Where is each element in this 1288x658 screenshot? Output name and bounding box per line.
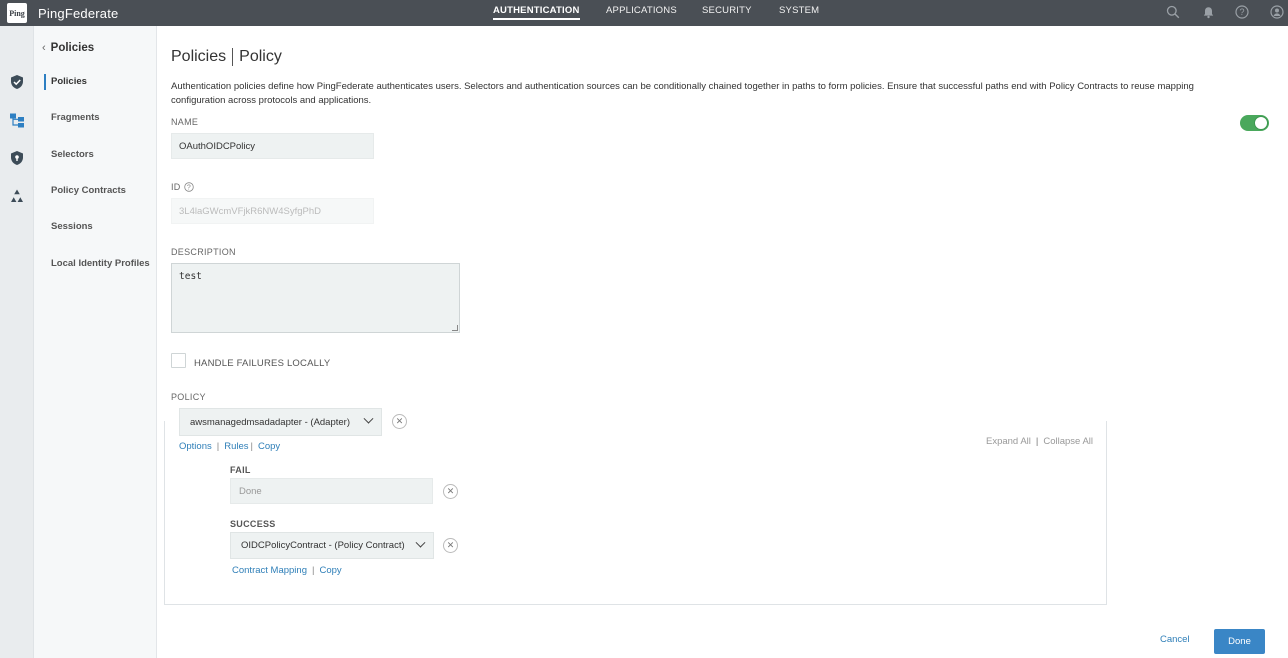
chevron-left-icon: ‹ — [42, 42, 46, 54]
fail-select[interactable]: Done — [230, 478, 433, 504]
subnav-item-selectors[interactable]: Selectors — [51, 149, 94, 160]
description-text: test — [179, 271, 202, 282]
adapter-links: Options | Rules | Copy — [179, 441, 280, 452]
copy-link[interactable]: Copy — [258, 441, 280, 452]
handle-failures-checkbox[interactable] — [171, 353, 186, 368]
bell-icon[interactable] — [1199, 3, 1217, 21]
chevron-down-icon — [415, 537, 426, 548]
rules-link[interactable]: Rules — [224, 441, 248, 452]
pipe-separator: | — [250, 441, 253, 452]
description-label: DESCRIPTION — [171, 247, 236, 257]
options-link[interactable]: Options — [179, 441, 212, 452]
pipe-separator: | — [1035, 436, 1039, 447]
description-textarea[interactable]: test — [171, 263, 460, 333]
done-button[interactable]: Done — [1214, 629, 1265, 654]
subnav-item-local-identity-profiles[interactable]: Local Identity Profiles — [51, 258, 150, 269]
title-breadcrumb-policies[interactable]: Policies — [171, 48, 226, 66]
collapse-all-link[interactable]: Collapse All — [1043, 436, 1093, 447]
nav-security[interactable]: SECURITY — [702, 5, 752, 16]
nav-system[interactable]: SYSTEM — [779, 5, 819, 16]
shield-lock-icon[interactable] — [9, 150, 25, 166]
page-description: Authentication policies define how PingF… — [171, 81, 1194, 106]
pipe-separator: | — [311, 565, 315, 576]
enabled-toggle[interactable] — [1240, 115, 1269, 131]
cancel-button[interactable]: Cancel — [1160, 634, 1190, 645]
handle-failures-label: HANDLE FAILURES LOCALLY — [194, 358, 331, 369]
success-links: Contract Mapping | Copy — [232, 565, 342, 576]
subnav-header-label: Policies — [50, 42, 95, 54]
subnav-item-policy-contracts[interactable]: Policy Contracts — [51, 185, 126, 196]
title-separator — [232, 48, 234, 66]
title-current: Policy — [239, 48, 282, 65]
user-icon[interactable] — [1268, 3, 1286, 21]
help-icon[interactable]: ? — [1233, 3, 1251, 21]
subnav-item-policies[interactable]: Policies — [51, 76, 87, 87]
close-icon: ✕ — [395, 416, 404, 426]
adapter-select-value: awsmanagedmsadadapter - (Adapter) — [190, 416, 351, 428]
chevron-down-icon — [363, 413, 374, 424]
shield-check-icon[interactable] — [9, 74, 25, 90]
remove-adapter-button[interactable]: ✕ — [392, 414, 407, 429]
name-input[interactable]: OAuthOIDCPolicy — [171, 133, 374, 159]
remove-fail-button[interactable]: ✕ — [443, 484, 458, 499]
policy-label: POLICY — [171, 392, 206, 402]
pipe-separator: | — [216, 441, 220, 452]
name-label: NAME — [171, 117, 199, 127]
id-label-group: ID ? — [171, 182, 194, 192]
success-select[interactable]: OIDCPolicyContract - (Policy Contract) — [230, 532, 434, 559]
subnav-back-link[interactable]: ‹ Policies — [42, 42, 94, 54]
subnav-item-fragments[interactable]: Fragments — [51, 112, 100, 123]
contract-mapping-link[interactable]: Contract Mapping — [232, 565, 307, 576]
recycle-icon[interactable] — [9, 188, 25, 204]
active-indicator — [44, 74, 46, 90]
copy-link[interactable]: Copy — [319, 565, 341, 576]
subnav-item-sessions[interactable]: Sessions — [51, 221, 93, 232]
id-input: 3L4laGWcmVFjkR6NW4SyfgPhD — [171, 198, 374, 224]
expand-all-link[interactable]: Expand All — [986, 436, 1031, 447]
policy-tree: awsmanagedmsadadapter - (Adapter) ✕ Opti… — [164, 408, 1107, 605]
nav-authentication[interactable]: AUTHENTICATION — [493, 5, 580, 20]
expand-collapse-controls: Expand All | Collapse All — [986, 436, 1093, 447]
success-select-value: OIDCPolicyContract - (Policy Contract) — [241, 540, 405, 551]
page-title: Policies Policy — [171, 48, 282, 66]
nav-applications[interactable]: APPLICATIONS — [606, 5, 677, 16]
main-nav: AUTHENTICATION APPLICATIONS SECURITY SYS… — [0, 0, 1288, 26]
svg-text:?: ? — [1239, 7, 1244, 17]
top-bar: Ping PingFederate AUTHENTICATION APPLICA… — [0, 0, 1288, 26]
search-icon[interactable] — [1164, 3, 1182, 21]
policy-tree-icon[interactable] — [9, 112, 25, 128]
id-label: ID — [171, 182, 181, 192]
remove-success-button[interactable]: ✕ — [443, 538, 458, 553]
fail-label: FAIL — [230, 465, 251, 475]
resize-handle[interactable] — [452, 325, 458, 331]
success-label: SUCCESS — [230, 519, 276, 529]
svg-text:?: ? — [187, 185, 191, 192]
toggle-knob — [1254, 116, 1268, 130]
adapter-select[interactable]: awsmanagedmsadadapter - (Adapter) — [179, 408, 382, 436]
help-icon[interactable]: ? — [183, 182, 194, 192]
close-icon: ✕ — [446, 540, 455, 550]
sub-nav: ‹ Policies Policies Fragments Selectors … — [34, 26, 157, 658]
icon-rail — [0, 26, 34, 658]
close-icon: ✕ — [446, 486, 455, 496]
main-content: Policies Policy Authentication policies … — [157, 26, 1288, 658]
